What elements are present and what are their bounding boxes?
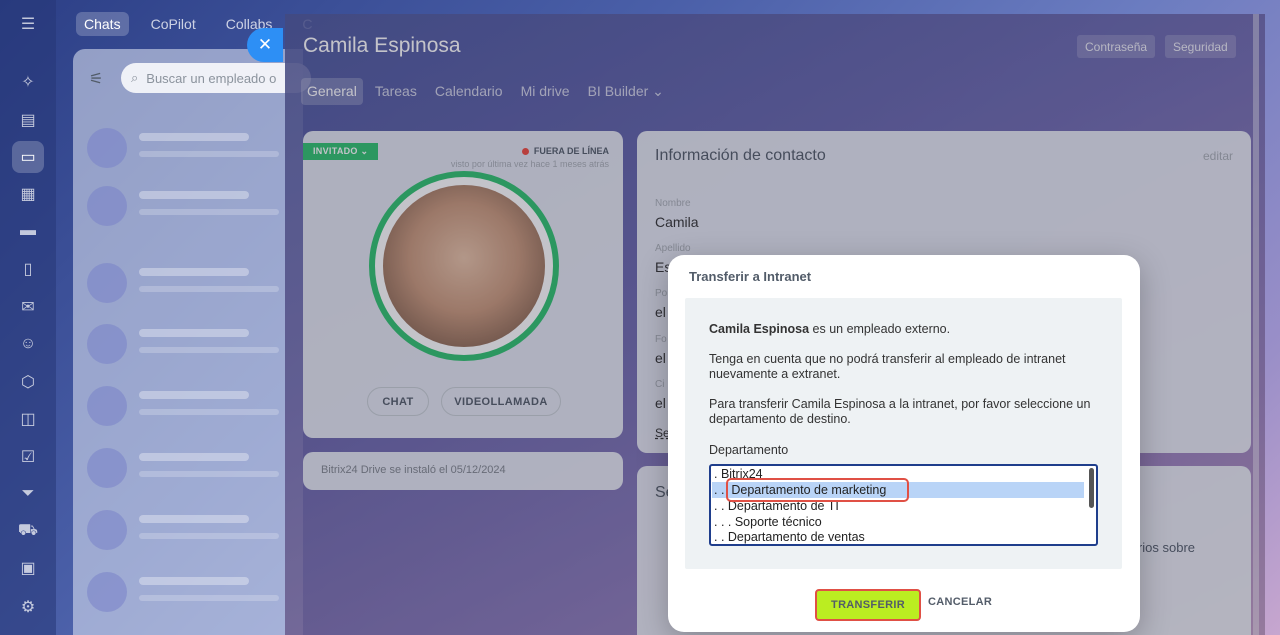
dialog-para-1: Camila Espinosa es un empleado externo. <box>709 322 1099 337</box>
funnel-icon[interactable]: ⏷ <box>12 478 44 510</box>
calendar-icon[interactable]: ▦ <box>12 178 44 210</box>
filter-icon[interactable]: ⚟ <box>89 69 103 89</box>
top-nav: Chats CoPilot Collabs C <box>76 11 321 37</box>
employees-icon[interactable]: ☺ <box>12 328 44 360</box>
cancel-button[interactable]: CANCELAR <box>928 596 992 608</box>
contact-card-icon[interactable]: ▣ <box>12 552 44 584</box>
avatar <box>87 510 127 550</box>
chat-list: ⚟ ⌕ Buscar un empleado o <box>73 49 311 635</box>
avatar <box>87 128 127 168</box>
dialog-title: Transferir a Intranet <box>689 269 812 284</box>
list-item[interactable] <box>87 258 287 308</box>
dialog-body: Camila Espinosa es un empleado externo. … <box>685 298 1122 569</box>
workgroups-icon[interactable]: ⬡ <box>12 366 44 398</box>
search-placeholder: Buscar un empleado o <box>146 70 277 86</box>
feed-icon[interactable]: ▤ <box>12 104 44 136</box>
dialog-para-3: Para transferir Camila Espinosa a la int… <box>709 397 1091 426</box>
docs-icon[interactable]: ▯ <box>12 253 44 285</box>
search-input[interactable]: ⌕ Buscar un empleado o <box>121 63 311 93</box>
employee-name: Camila Espinosa <box>709 322 810 336</box>
list-item[interactable] <box>87 567 287 617</box>
settings-icon[interactable]: ⚙ <box>12 591 44 623</box>
menu-icon[interactable]: ☰ <box>12 8 44 40</box>
list-item[interactable] <box>87 505 287 555</box>
department-option[interactable]: . . . Soporte técnico <box>712 514 1084 530</box>
list-item[interactable] <box>87 443 287 493</box>
avatar <box>87 572 127 612</box>
list-item[interactable] <box>87 123 287 173</box>
close-icon: ✕ <box>257 35 273 54</box>
list-item[interactable] <box>87 381 287 431</box>
avatar <box>87 263 127 303</box>
dialog-para-2: Tenga en cuenta que no podrá transferir … <box>709 352 1066 381</box>
board-icon[interactable]: ◫ <box>12 403 44 435</box>
department-select[interactable]: . Bitrix24 . . Departamento de marketing… <box>709 464 1098 546</box>
avatar <box>87 324 127 364</box>
listbox-scrollbar[interactable] <box>1089 468 1094 508</box>
highlight-box <box>726 478 909 502</box>
tab-copilot[interactable]: CoPilot <box>143 12 204 36</box>
list-item[interactable] <box>87 181 287 231</box>
mail-icon[interactable]: ✉ <box>12 291 44 323</box>
drive-icon[interactable]: ▬ <box>12 215 44 247</box>
department-option[interactable]: . . Departamento de ventas <box>712 529 1084 544</box>
department-label: Departamento <box>709 443 789 457</box>
avatar <box>87 386 127 426</box>
left-rail: ☰ ✧ ▤ ▭ ▦ ▬ ▯ ✉ ☺ ⬡ ◫ ☑ ⏷ ⛟ ▣ ⚙ <box>0 0 56 635</box>
para-1-text: es un empleado externo. <box>809 322 951 336</box>
tab-chats[interactable]: Chats <box>76 12 129 36</box>
tasks-icon[interactable]: ☑ <box>12 441 44 473</box>
chat-icon[interactable]: ▭ <box>12 141 44 173</box>
close-slider-button[interactable]: ✕ <box>247 28 283 62</box>
transfer-button[interactable]: TRANSFERIR <box>815 589 921 621</box>
copilot-icon[interactable]: ✧ <box>12 66 44 98</box>
list-item[interactable] <box>87 319 287 369</box>
search-icon: ⌕ <box>131 70 139 85</box>
avatar <box>87 448 127 488</box>
transfer-dialog: Transferir a Intranet Camila Espinosa es… <box>668 255 1140 632</box>
cart-icon[interactable]: ⛟ <box>12 515 44 547</box>
avatar <box>87 186 127 226</box>
